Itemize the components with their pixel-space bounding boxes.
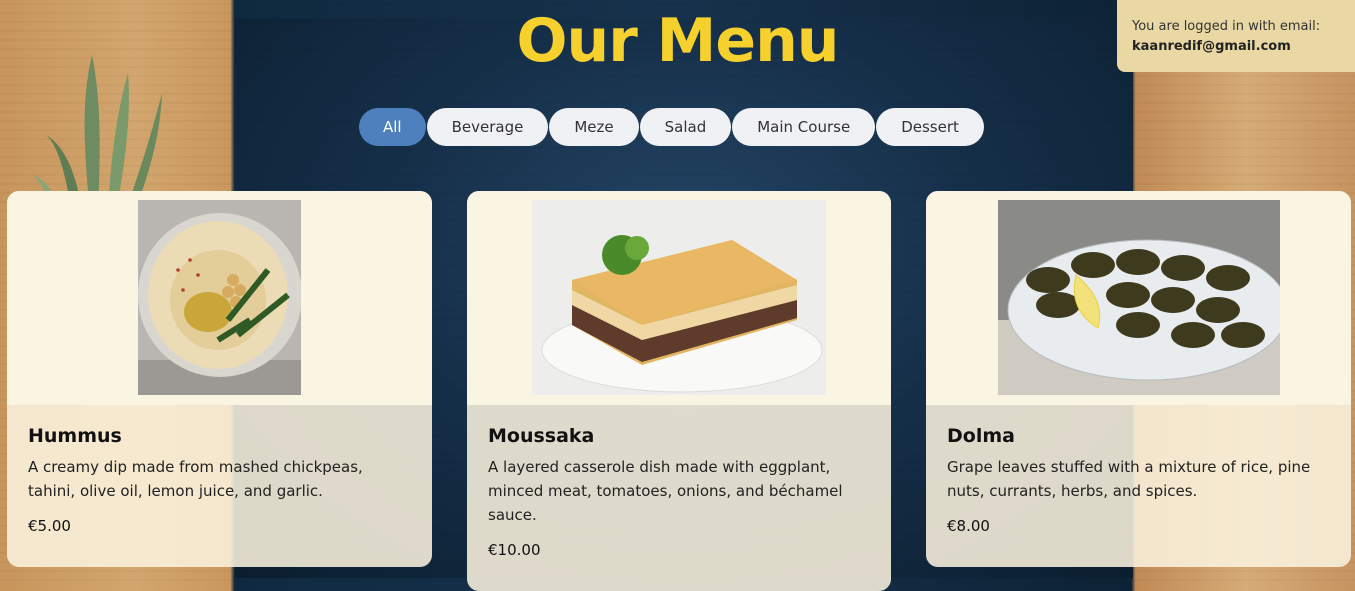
menu-card-image-area <box>7 191 432 405</box>
login-status-box: You are logged in with email: kaanredif@… <box>1117 0 1355 72</box>
menu-item-name: Dolma <box>947 425 1015 447</box>
menu-card-moussaka[interactable]: Moussaka A layered casserole dish made w… <box>467 191 891 591</box>
moussaka-photo-icon <box>532 200 826 395</box>
hummus-photo-icon <box>138 200 301 395</box>
filter-salad-button[interactable]: Salad <box>639 108 732 146</box>
menu-card-dolma[interactable]: Dolma Grape leaves stuffed with a mixtur… <box>926 191 1351 567</box>
filter-dessert-button[interactable]: Dessert <box>876 108 984 146</box>
filter-meze-button[interactable]: Meze <box>549 108 639 146</box>
menu-card-image-area <box>467 191 891 405</box>
menu-item-description: A layered casserole dish made with eggpl… <box>488 458 843 524</box>
menu-card-hummus[interactable]: Hummus A creamy dip made from mashed chi… <box>7 191 432 567</box>
menu-item-description: Grape leaves stuffed with a mixture of r… <box>947 458 1311 500</box>
filter-beverage-button[interactable]: Beverage <box>426 108 549 146</box>
category-filter-bar: All Beverage Meze Salad Main Course Dess… <box>359 108 984 146</box>
login-prefix: You are logged in with email: <box>1132 19 1321 34</box>
login-email: kaanredif@gmail.com <box>1132 39 1291 54</box>
menu-item-name: Moussaka <box>488 425 595 447</box>
menu-card-image-area <box>926 191 1351 405</box>
filter-main-course-button[interactable]: Main Course <box>732 108 876 146</box>
dolma-photo-icon <box>997 200 1280 395</box>
menu-item-price: €10.00 <box>488 541 541 559</box>
menu-item-price: €8.00 <box>947 517 990 535</box>
filter-all-button[interactable]: All <box>359 108 426 146</box>
menu-item-description: A creamy dip made from mashed chickpeas,… <box>28 458 363 500</box>
menu-item-name: Hummus <box>28 425 122 447</box>
menu-item-price: €5.00 <box>28 517 71 535</box>
